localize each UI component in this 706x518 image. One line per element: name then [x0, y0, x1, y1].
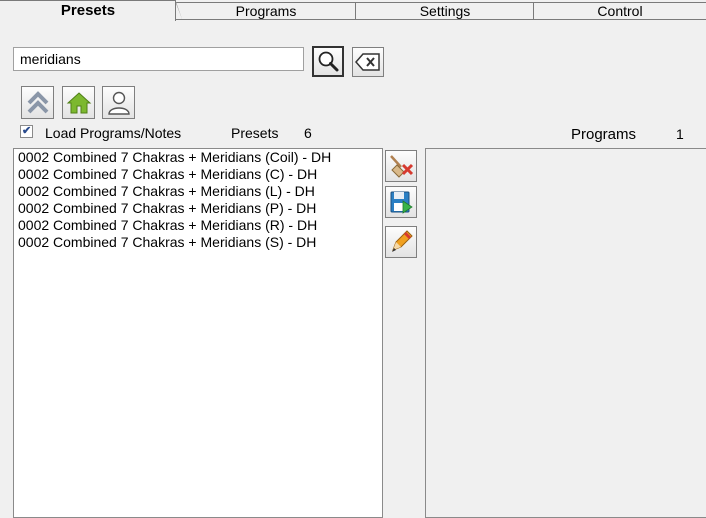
tab-settings[interactable]: Settings — [356, 2, 534, 20]
tab-bar-divider — [176, 19, 706, 20]
search-button[interactable] — [312, 46, 344, 77]
search-input[interactable] — [13, 47, 304, 71]
tab-programs[interactable]: Programs — [176, 2, 356, 20]
save-icon — [386, 187, 416, 217]
load-programs-checkbox[interactable]: ✔ — [20, 125, 33, 138]
program-list[interactable] — [425, 148, 706, 518]
presets-label: Presets — [231, 125, 279, 141]
tab-control[interactable]: Control — [534, 2, 706, 20]
magnifier-icon — [314, 48, 342, 75]
preset-list[interactable]: 0002 Combined 7 Chakras + Meridians (Coi… — [13, 148, 383, 518]
home-button[interactable] — [62, 86, 95, 119]
double-chevron-up-icon — [22, 87, 53, 118]
list-item[interactable]: 0002 Combined 7 Chakras + Meridians (Coi… — [14, 149, 382, 166]
pencil-icon — [386, 227, 416, 257]
list-item[interactable]: 0002 Combined 7 Chakras + Meridians (R) … — [14, 217, 382, 234]
programs-label: Programs — [571, 126, 637, 143]
user-icon — [103, 87, 134, 118]
home-icon — [63, 87, 94, 118]
save-preset-button[interactable] — [385, 186, 417, 218]
tab-presets-label: Presets — [60, 2, 116, 19]
load-programs-label: Load Programs/Notes — [45, 125, 182, 141]
backspace-icon — [353, 48, 383, 76]
delete-preset-button[interactable] — [385, 150, 417, 182]
list-item[interactable]: 0002 Combined 7 Chakras + Meridians (S) … — [14, 234, 382, 251]
tab-programs-label: Programs — [235, 3, 297, 19]
presets-count: 6 — [304, 125, 312, 141]
clear-search-button[interactable] — [352, 47, 384, 77]
list-item[interactable]: 0002 Combined 7 Chakras + Meridians (P) … — [14, 200, 382, 217]
user-button[interactable] — [102, 86, 135, 119]
list-item[interactable]: 0002 Combined 7 Chakras + Meridians (C) … — [14, 166, 382, 183]
tab-presets[interactable]: Presets — [0, 0, 176, 21]
up-level-button[interactable] — [21, 86, 54, 119]
edit-preset-button[interactable] — [385, 226, 417, 258]
tab-settings-label: Settings — [419, 3, 471, 19]
list-item[interactable]: 0002 Combined 7 Chakras + Meridians (L) … — [14, 183, 382, 200]
broom-delete-icon — [386, 151, 416, 181]
tab-control-label: Control — [597, 3, 643, 19]
tab-bar: Presets Programs Settings Control — [0, 0, 706, 21]
programs-count: 1 — [676, 126, 684, 142]
